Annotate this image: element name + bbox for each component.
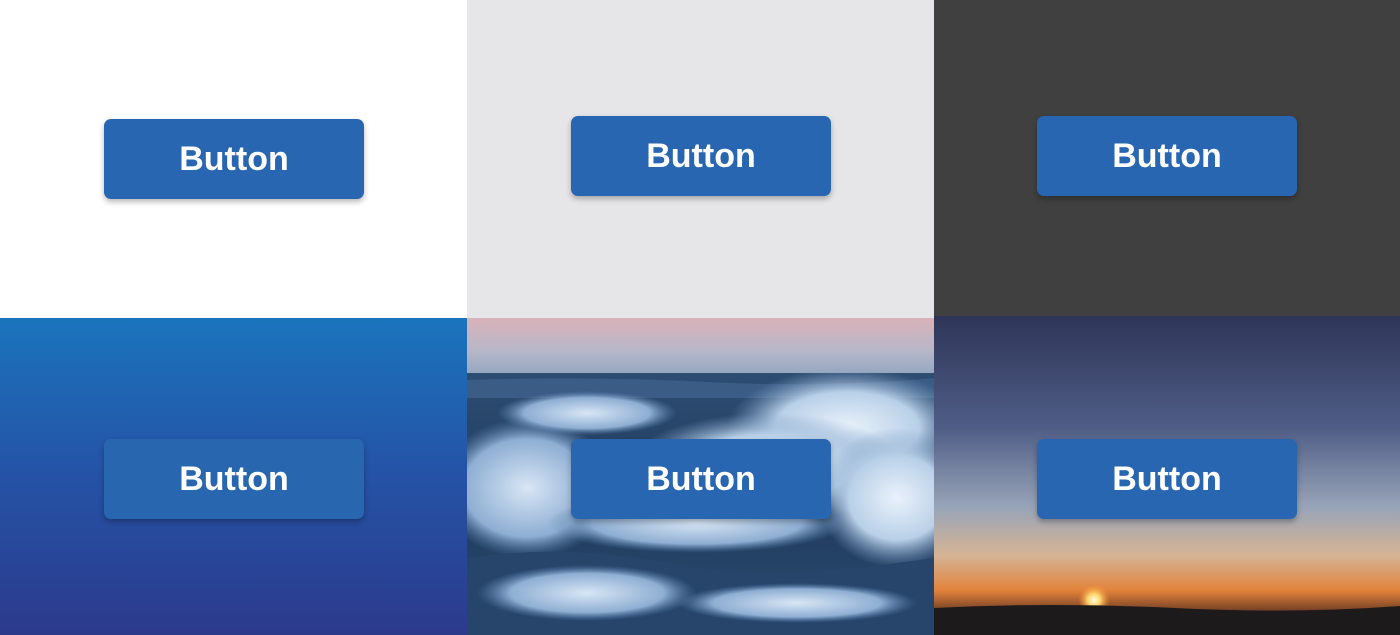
blue-gradient-background-panel: Button [0,318,467,635]
button-on-blue-gradient[interactable]: Button [104,439,364,519]
ocean-waves-background-panel: Button [467,318,934,635]
button-on-white[interactable]: Button [104,119,364,199]
button-on-ocean-photo[interactable]: Button [571,439,831,519]
button-on-sunset-photo[interactable]: Button [1037,439,1297,519]
white-background-panel: Button [0,0,467,318]
dark-gray-background-panel: Button [934,0,1400,316]
sunset-background-panel: Button [934,316,1400,635]
light-gray-background-panel: Button [467,0,934,318]
button-on-light-gray[interactable]: Button [571,116,831,196]
button-on-dark-gray[interactable]: Button [1037,116,1297,196]
